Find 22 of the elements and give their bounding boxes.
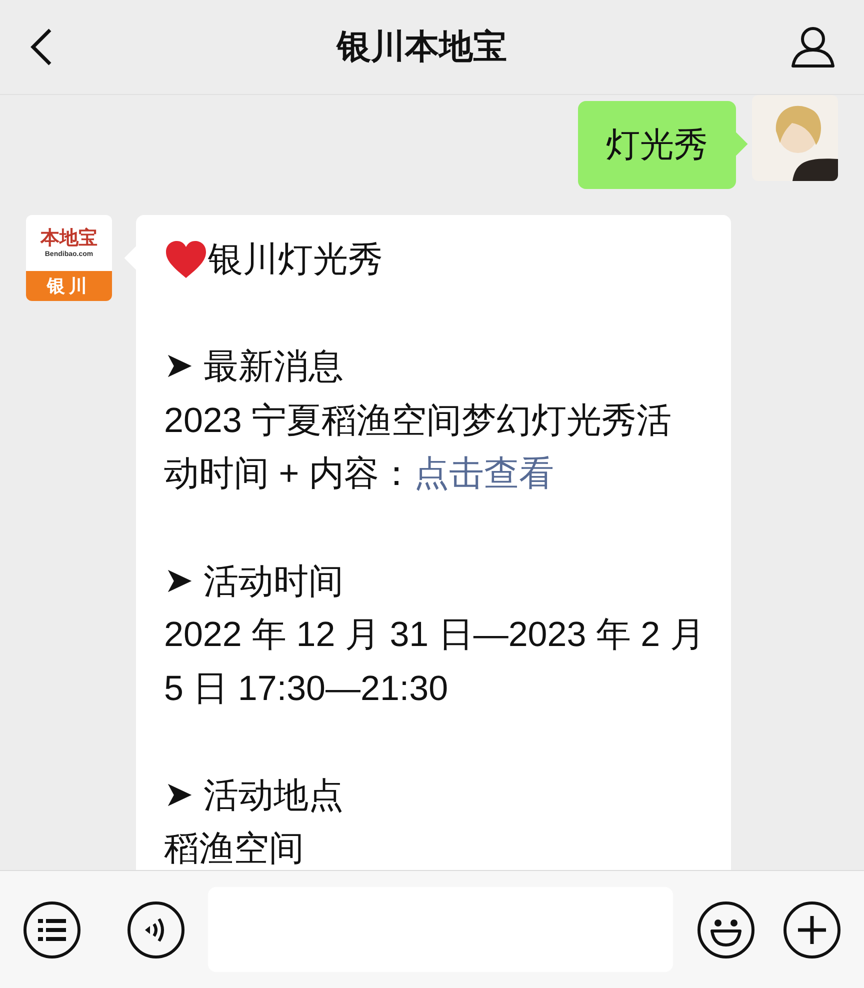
section-heading: 活动时间 [203, 560, 344, 603]
bullet-arrow: ➤ [164, 774, 194, 817]
section-heading: 活动地点 [203, 774, 344, 817]
back-icon[interactable] [28, 27, 54, 67]
logo-brand: 本地宝 [40, 228, 98, 248]
menu-icon[interactable] [23, 900, 81, 958]
section-text: 2022 年 12 月 31 日—2023 年 2 月 5 日 17:30—21:30 [164, 614, 706, 710]
bullet-arrow: ➤ [164, 345, 194, 388]
emoji-icon[interactable] [697, 900, 755, 958]
heart-icon [164, 240, 208, 280]
add-icon[interactable] [783, 900, 841, 958]
message-bubble: 灯光秀 [578, 101, 736, 189]
article-title: 银川灯光秀 [208, 239, 383, 281]
voice-icon[interactable] [127, 900, 185, 958]
view-link[interactable]: 点击查看 [414, 454, 554, 494]
logo-city: 银川 [26, 271, 112, 301]
bullet-arrow: ➤ [164, 560, 194, 603]
profile-icon[interactable] [790, 26, 836, 68]
chat-title: 银川本地宝 [337, 26, 507, 68]
section-text: 2023 宁夏稻渔空间梦幻灯光秀活动时间 + 内容：点击查看 [164, 400, 673, 496]
section-heading: 最新消息 [203, 346, 344, 388]
section-text: 稻渔空间 [164, 828, 305, 869]
